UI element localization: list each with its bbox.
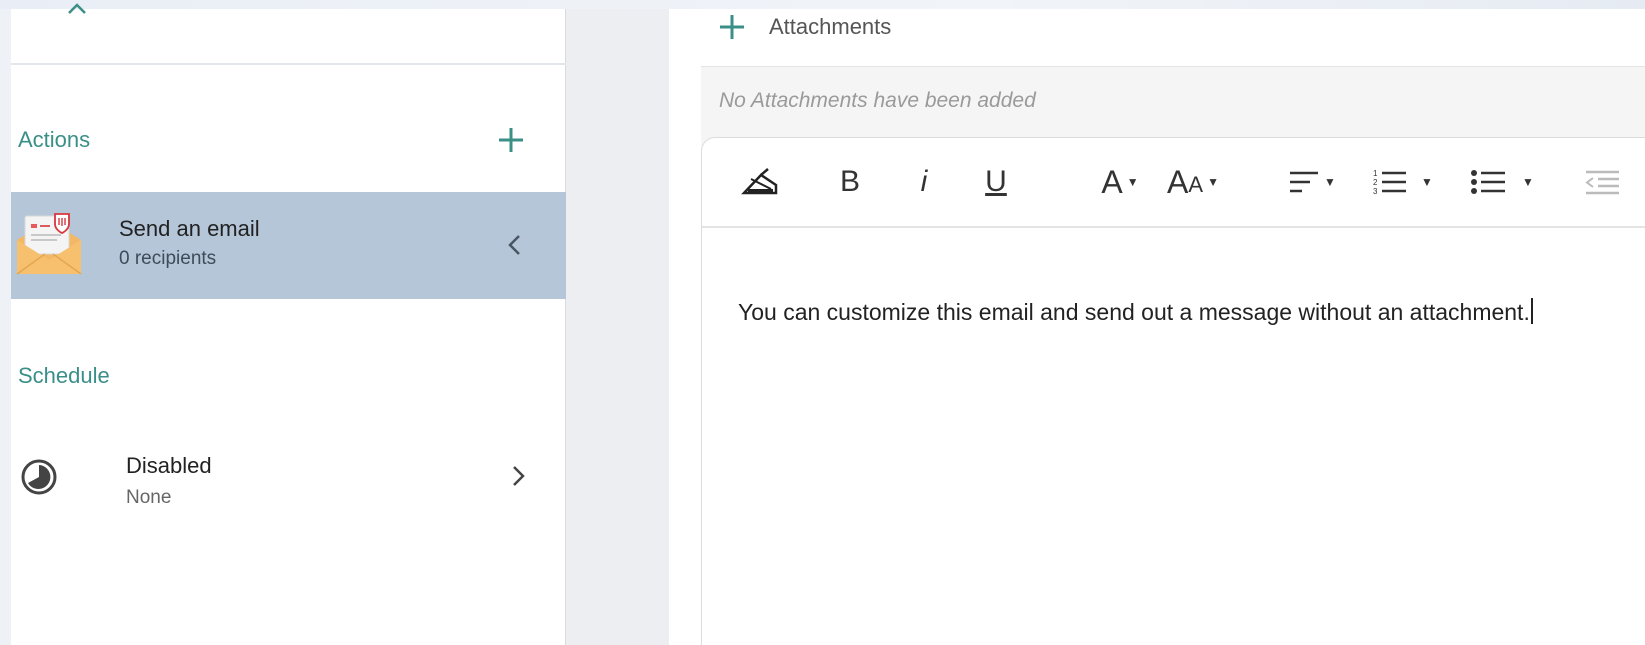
schedule-status: Disabled [126, 453, 212, 478]
caret-down-icon: ▼ [1324, 175, 1336, 189]
svg-text:3: 3 [1373, 187, 1378, 196]
action-item-send-email[interactable]: Send an email 0 recipients [11, 192, 566, 299]
attachments-empty-text: No Attachments have been added [719, 89, 1036, 112]
plus-icon [717, 12, 747, 42]
italic-button[interactable]: i [910, 160, 938, 204]
outdent-icon [1585, 170, 1619, 195]
caret-down-icon: ▼ [1207, 175, 1219, 189]
ordered-list-icon: 1 2 3 [1373, 169, 1407, 196]
add-attachment-button[interactable]: Attachments [717, 9, 1017, 45]
action-item-subtitle: 0 recipients [119, 248, 217, 269]
email-editor-panel: Attachments No Attachments have been add… [669, 9, 1645, 645]
align-dropdown[interactable]: ▼ [1284, 160, 1340, 204]
caret-down-icon: ▼ [1126, 175, 1139, 189]
caret-down-icon: ▼ [1522, 175, 1534, 189]
chevron-left-icon[interactable] [504, 232, 526, 258]
svg-text:2: 2 [1373, 178, 1378, 187]
left-panel: Actions Send an email 0 recipients Sched… [11, 3, 566, 645]
chevron-right-icon[interactable] [507, 463, 529, 489]
ordered-list-dropdown[interactable]: 1 2 3 ▼ [1366, 160, 1440, 204]
left-top-area [11, 3, 566, 65]
format-painter-icon [741, 168, 778, 195]
schedule-item[interactable]: Disabled None [11, 439, 566, 539]
schedule-title: Schedule [18, 363, 110, 388]
svg-text:1: 1 [1373, 169, 1378, 178]
actions-title: Actions [18, 127, 91, 152]
attachments-empty-area: No Attachments have been added [701, 66, 1645, 146]
divider [11, 63, 566, 65]
panel-gutter [566, 9, 669, 645]
editor-content[interactable]: You can customize this email and send ou… [738, 298, 1638, 326]
font-size-icon: A A [1167, 166, 1203, 198]
bold-button[interactable]: B [832, 160, 868, 204]
editor-toolbar: B i U A ▼ A A ▼ ▼ 1 2 3 ▼ ▼ [702, 138, 1645, 228]
unordered-list-icon [1471, 170, 1506, 194]
font-size-large-glyph: A [1167, 164, 1189, 200]
attachments-label: Attachments [769, 14, 892, 39]
action-item-title: Send an email [119, 216, 260, 241]
plus-icon [499, 128, 523, 152]
unordered-list-dropdown[interactable]: ▼ [1464, 160, 1540, 204]
chevron-up-icon[interactable] [65, 1, 89, 15]
editor-body-text: You can customize this email and send ou… [738, 299, 1530, 325]
text-cursor [1530, 298, 1533, 324]
add-action-button[interactable] [493, 122, 529, 158]
font-size-small-glyph: A [1188, 172, 1204, 197]
font-size-dropdown[interactable]: A A ▼ [1162, 160, 1224, 204]
underline-icon: U [985, 165, 1007, 198]
clock-icon [21, 459, 57, 495]
outdent-button[interactable] [1582, 160, 1622, 204]
font-color-dropdown[interactable]: A ▼ [1096, 160, 1144, 204]
align-icon [1290, 171, 1319, 193]
font-color-icon: A [1101, 163, 1123, 200]
schedule-value: None [126, 487, 172, 508]
caret-down-icon: ▼ [1421, 175, 1433, 189]
underline-button[interactable]: U [978, 160, 1014, 204]
format-painter-button[interactable] [738, 160, 782, 204]
envelope-icon [16, 213, 82, 275]
window-top-strip [0, 0, 1645, 9]
italic-icon: i [920, 165, 928, 198]
bold-icon: B [839, 165, 860, 198]
rich-text-editor: B i U A ▼ A A ▼ ▼ 1 2 3 ▼ ▼ You can cust… [701, 137, 1645, 645]
